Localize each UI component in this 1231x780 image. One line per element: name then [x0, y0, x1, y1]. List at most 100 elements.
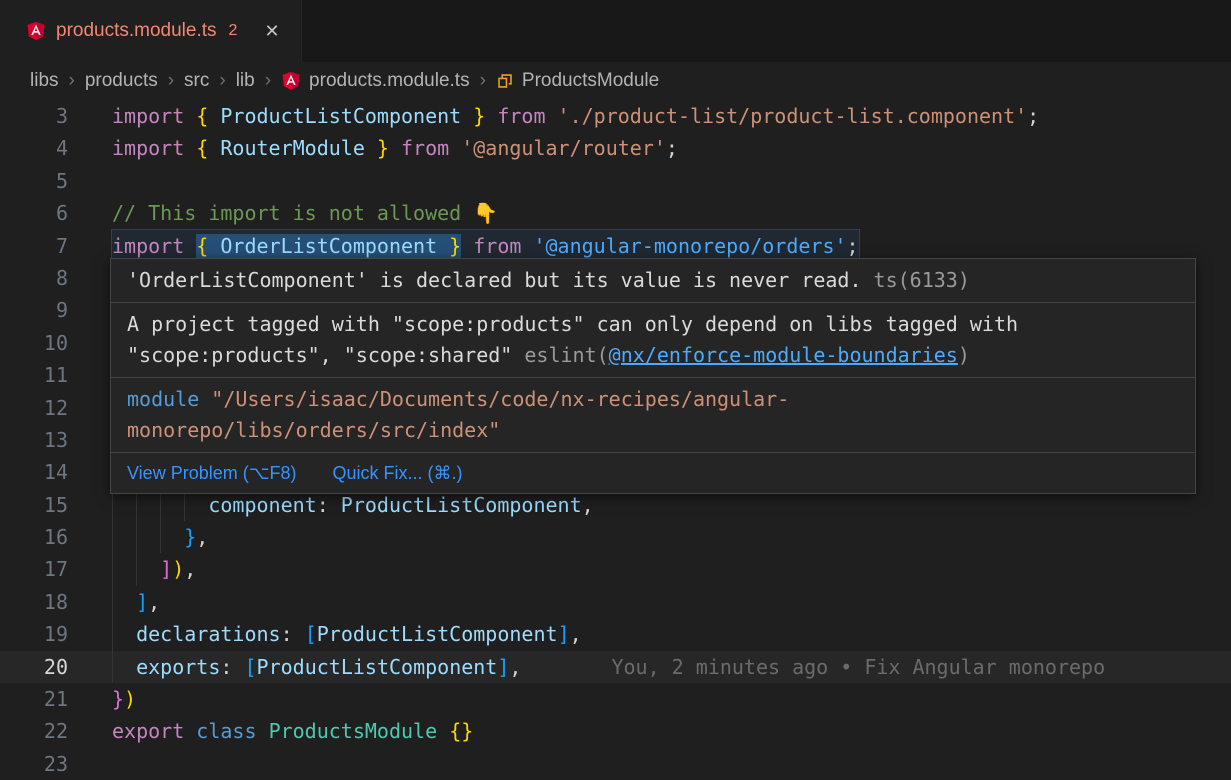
line-number[interactable]: 17	[0, 553, 68, 585]
code-token: }	[449, 234, 461, 258]
code-line-17[interactable]: 17 ]),	[0, 553, 1231, 585]
code-token: }	[184, 525, 196, 549]
line-number[interactable]: 4	[0, 132, 68, 164]
code-text: exports: [ProductListComponent],	[112, 651, 521, 683]
tab-products-module-ts[interactable]: products.module.ts 2 ✕	[0, 0, 302, 62]
code-token: ]	[558, 622, 570, 646]
line-number[interactable]: 11	[0, 359, 68, 391]
breadcrumb-item-products[interactable]: products	[85, 70, 158, 92]
code-token: // This import is not allowed 👇	[112, 201, 498, 225]
indent-guide	[136, 521, 137, 553]
code-token: ProductListComponent	[257, 655, 498, 679]
hover-text-line: "scope:products", "scope:shared" eslint(…	[127, 340, 1179, 371]
code-line-4[interactable]: 4 import { RouterModule } from '@angular/…	[0, 132, 1231, 164]
code-token: export	[112, 719, 184, 743]
hover-section-code: module "/Users/isaac/Documents/code/nx-r…	[111, 378, 1195, 453]
code-line-18[interactable]: 18 ],	[0, 586, 1231, 618]
close-icon[interactable]: ✕	[259, 19, 284, 44]
code-token: ProductListComponent	[341, 493, 582, 517]
chevron-right-icon: ›	[259, 70, 277, 92]
line-number[interactable]: 8	[0, 262, 68, 294]
tab-label: products.module.ts	[56, 20, 217, 42]
line-number[interactable]: 13	[0, 424, 68, 456]
code-line-20[interactable]: 20 exports: [ProductListComponent], You, …	[0, 651, 1231, 683]
breadcrumb-item-lib[interactable]: lib	[236, 70, 255, 92]
breadcrumb-label: lib	[236, 70, 255, 92]
code-token: ProductListComponent	[317, 622, 558, 646]
line-number[interactable]: 15	[0, 489, 68, 521]
code-token: '@angular/router'	[461, 136, 666, 160]
line-number[interactable]: 16	[0, 521, 68, 553]
breadcrumb-item-products-module-ts[interactable]: products.module.ts	[281, 70, 470, 92]
indent-guide	[136, 553, 137, 585]
line-number[interactable]: 6	[0, 197, 68, 229]
code-line-16[interactable]: 16 },	[0, 521, 1231, 553]
line-number[interactable]: 10	[0, 327, 68, 359]
breadcrumb-item-libs[interactable]: libs	[30, 70, 59, 92]
code-token: ;	[847, 234, 859, 258]
code-token: ;	[666, 136, 678, 160]
code-token: import	[112, 136, 196, 160]
code-link[interactable]: '@angular-monorepo/orders'	[533, 234, 846, 258]
line-number[interactable]: 7	[0, 230, 68, 262]
code-token: ;	[1027, 104, 1039, 128]
code-token: ]	[497, 655, 509, 679]
breadcrumb-item-productsmodule[interactable]: ProductsModule	[496, 70, 659, 92]
line-number[interactable]: 22	[0, 715, 68, 747]
code-text: export class ProductsModule {}	[112, 715, 473, 747]
line-number[interactable]: 18	[0, 586, 68, 618]
breadcrumb-label: products	[85, 70, 158, 92]
line-number[interactable]: 5	[0, 165, 68, 197]
line-number[interactable]: 12	[0, 392, 68, 424]
code-token: {	[196, 104, 208, 128]
code-link[interactable]: @nx/enforce-module-boundaries	[609, 343, 958, 367]
breadcrumb-label: ProductsModule	[522, 70, 659, 92]
code-token: RouterModule	[208, 136, 377, 160]
hover-section-message: 'OrderListComponent' is declared but its…	[111, 259, 1195, 303]
code-line-19[interactable]: 19 declarations: [ProductListComponent],	[0, 618, 1231, 650]
code-token: {	[196, 136, 208, 160]
code-text: import { RouterModule } from '@angular/r…	[112, 132, 678, 164]
git-blame-annotation: You, 2 minutes ago • Fix Angular monorep…	[611, 651, 1105, 683]
code-token: )	[958, 343, 970, 367]
code-token	[112, 525, 184, 549]
code-token: './product-list/product-list.component'	[558, 104, 1028, 128]
chevron-right-icon: ›	[213, 70, 231, 92]
code-line-22[interactable]: 22 export class ProductsModule {}	[0, 715, 1231, 747]
chevron-right-icon: ›	[162, 70, 180, 92]
code-token: [	[244, 655, 256, 679]
line-number[interactable]: 21	[0, 683, 68, 715]
line-number[interactable]: 19	[0, 618, 68, 650]
line-number[interactable]: 9	[0, 294, 68, 326]
indent-guide	[112, 651, 113, 683]
line-number[interactable]: 23	[0, 748, 68, 780]
view-problem-action[interactable]: View Problem (⌥F8)	[127, 463, 296, 484]
breadcrumb-label: src	[184, 70, 209, 92]
code-token: 'OrderListComponent' is declared but its…	[127, 268, 862, 292]
code-line-6[interactable]: 6 // This import is not allowed 👇	[0, 197, 1231, 229]
code-token: :	[317, 493, 341, 517]
code-token	[257, 719, 269, 743]
line-number[interactable]: 3	[0, 100, 68, 132]
code-line-3[interactable]: 3import { ProductListComponent } from '.…	[0, 100, 1231, 132]
code-token: }	[473, 104, 485, 128]
line-number[interactable]: 20	[0, 651, 68, 683]
code-line-23[interactable]: 23	[0, 748, 1231, 780]
code-token: import	[112, 234, 196, 258]
code-line-21[interactable]: 21})	[0, 683, 1231, 715]
breadcrumb: libs›products›src›lib›products.module.ts…	[0, 62, 1231, 100]
quick-fix-action[interactable]: Quick Fix... (⌘.)	[332, 463, 462, 484]
code-token: )	[124, 687, 136, 711]
code-token: A project tagged with "scope:products" c…	[127, 312, 1018, 336]
code-token: eslint(	[524, 343, 608, 367]
indent-guide	[112, 586, 113, 618]
chevron-right-icon: ›	[474, 70, 492, 92]
code-token: {}	[449, 719, 473, 743]
line-number[interactable]: 14	[0, 456, 68, 488]
code-text: // This import is not allowed 👇	[112, 197, 498, 229]
code-token: from	[485, 104, 557, 128]
breadcrumb-label: libs	[30, 70, 59, 92]
code-line-5[interactable]: 5	[0, 165, 1231, 197]
breadcrumb-item-src[interactable]: src	[184, 70, 209, 92]
code-token: component	[208, 493, 316, 517]
